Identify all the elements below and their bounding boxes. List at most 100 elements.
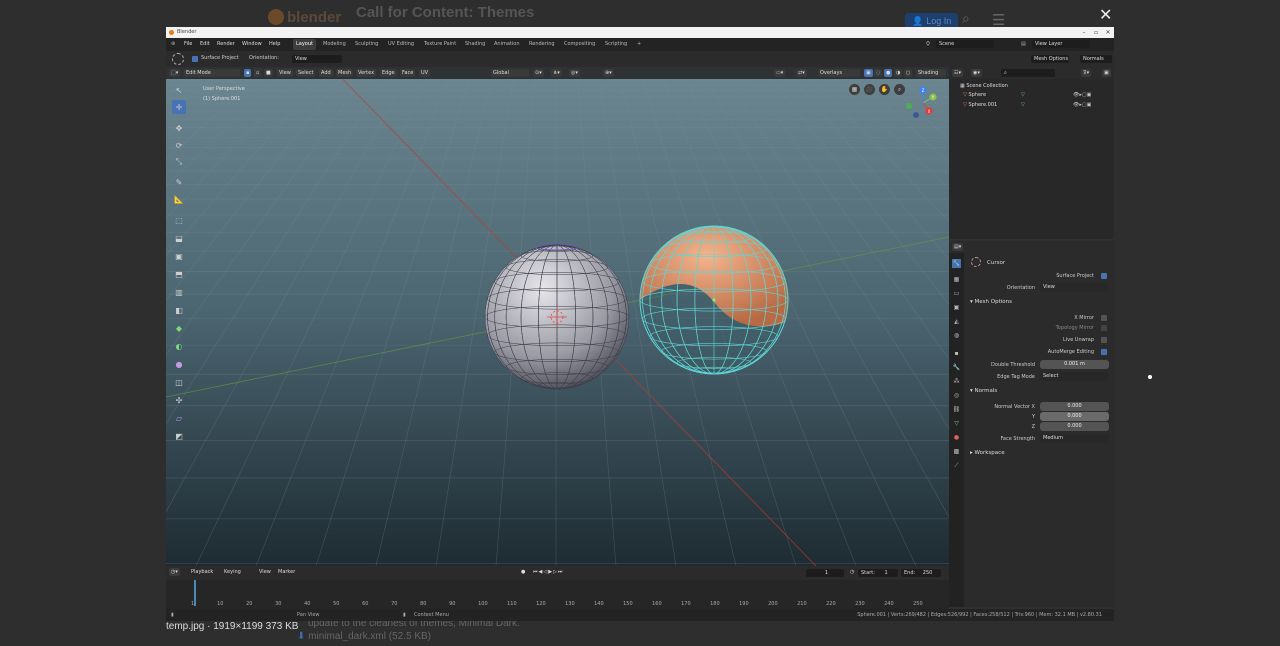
- timeline-menu-marker[interactable]: Marker: [275, 568, 298, 577]
- smooth-tool-icon[interactable]: ●: [172, 357, 186, 371]
- orientation-dropdown[interactable]: View: [292, 55, 342, 63]
- edge-tag-mode-dropdown[interactable]: Select: [1040, 372, 1109, 381]
- annotate-tool-icon[interactable]: ✎: [172, 175, 186, 189]
- measure-tool-icon[interactable]: 📐: [172, 192, 186, 206]
- start-frame-field[interactable]: Start: 1: [858, 569, 898, 577]
- loop-cut-tool-icon[interactable]: ▥: [172, 285, 186, 299]
- outliner-item-sphere-001[interactable]: ▽ Sphere.001 ▽ 👁▸▢▣: [963, 102, 1113, 108]
- tab-sculpting[interactable]: Sculpting: [352, 39, 381, 50]
- mesh-data-tab-icon[interactable]: ▽: [952, 419, 961, 428]
- tab-compositing[interactable]: Compositing: [561, 39, 598, 50]
- zoom-camera-icon[interactable]: ▦: [849, 84, 860, 95]
- overlays-dropdown[interactable]: Overlays: [818, 69, 860, 77]
- menu-help[interactable]: Help: [266, 40, 283, 49]
- new-collection-icon[interactable]: ▣: [1102, 69, 1111, 77]
- navigation-gizmo[interactable]: Y Z X: [904, 84, 942, 122]
- transform-orientation-dropdown[interactable]: Global: [491, 69, 529, 77]
- tool-tab-icon[interactable]: 🔧: [952, 259, 961, 268]
- surface-project-checkbox[interactable]: [192, 56, 198, 62]
- attachment-link[interactable]: ⬇ minimal_dark.xml (52.5 KB): [297, 631, 431, 642]
- tab-layout[interactable]: Layout: [293, 39, 316, 50]
- solid-shading-icon[interactable]: ●: [884, 69, 893, 77]
- display-mode-icon[interactable]: ◉▾: [971, 69, 982, 77]
- normal-y-field[interactable]: 0.000: [1040, 412, 1109, 421]
- view-object-types-icon[interactable]: ▭▾: [774, 69, 786, 77]
- mesh-options-section[interactable]: ▾ Mesh Options: [970, 299, 1012, 305]
- camera-view-icon[interactable]: 🎥: [864, 84, 875, 95]
- timeline-editor-type-icon[interactable]: ◷▾: [169, 568, 180, 576]
- wireframe-shading-icon[interactable]: ◌: [874, 69, 883, 77]
- timeline-area[interactable]: 1 10 20 30 40 50 60 70 80 90 100 110 120 130 140 150 160…: [166, 580, 949, 609]
- normals-section[interactable]: ▾ Normals: [970, 388, 997, 394]
- tab-texture-paint[interactable]: Texture Paint: [421, 39, 459, 50]
- poly-build-tool-icon[interactable]: ◆: [172, 321, 186, 335]
- scene-collection-row[interactable]: ▦ Scene Collection: [960, 83, 1008, 89]
- outliner-item-sphere[interactable]: ▽ Sphere ▽ 👁▸▢▣: [963, 92, 1113, 98]
- editor-type-icon[interactable]: ⬚▾: [169, 69, 181, 77]
- tab-shading[interactable]: Shading: [462, 39, 488, 50]
- bevel-tool-icon[interactable]: ⬒: [172, 267, 186, 281]
- constraints-tab-icon[interactable]: ⛓: [952, 405, 961, 414]
- shear-tool-icon[interactable]: ▱: [172, 411, 186, 425]
- particles-tab-icon[interactable]: ⁂: [952, 377, 961, 386]
- output-tab-icon[interactable]: ▭: [952, 289, 961, 298]
- tab-scripting[interactable]: Scripting: [602, 39, 630, 50]
- viewport-menu-vertex[interactable]: Vertex: [356, 69, 377, 77]
- preview-range-icon[interactable]: ◷: [847, 568, 857, 577]
- rendered-shading-icon[interactable]: ○: [904, 69, 913, 77]
- spin-tool-icon[interactable]: ◐: [172, 339, 186, 353]
- current-frame-field[interactable]: 1: [806, 569, 844, 577]
- filter-icon[interactable]: ⊽▾: [1081, 69, 1092, 77]
- edge-slide-tool-icon[interactable]: ◫: [172, 375, 186, 389]
- viewport-menu-mesh[interactable]: Mesh: [336, 69, 354, 77]
- timeline-menu-playback[interactable]: Playback: [188, 568, 216, 577]
- normals-dropdown[interactable]: Normals: [1080, 55, 1112, 63]
- blender-menu-icon[interactable]: ⊛: [168, 40, 178, 49]
- viewport-menu-view[interactable]: View: [277, 69, 293, 77]
- timeline-menu-view[interactable]: View: [256, 568, 274, 577]
- cursor-tool-button[interactable]: ✛: [172, 100, 186, 114]
- live-unwrap-checkbox[interactable]: [1101, 337, 1107, 343]
- menu-render[interactable]: Render: [214, 40, 238, 49]
- physics-tab-icon[interactable]: ◎: [952, 391, 961, 400]
- viewport-transform-icon[interactable]: ⊕▾: [603, 69, 614, 77]
- select-tool-icon[interactable]: ↖: [172, 83, 186, 97]
- automerge-checkbox[interactable]: [1101, 349, 1107, 355]
- add-cube-tool-icon[interactable]: ⬚: [172, 213, 186, 227]
- minimize-icon[interactable]: –: [1078, 27, 1090, 38]
- workspace-section[interactable]: ▸ Workspace: [970, 450, 1005, 456]
- maximize-icon[interactable]: ▫: [1090, 27, 1102, 38]
- pivot-point-icon[interactable]: ⊙▾: [533, 69, 544, 77]
- viewport-menu-add[interactable]: Add: [319, 69, 333, 77]
- tab-modeling[interactable]: Modeling: [320, 39, 349, 50]
- move-tool-icon[interactable]: ✥: [172, 121, 186, 135]
- double-threshold-field[interactable]: 0.001 m: [1040, 360, 1109, 369]
- close-icon[interactable]: ✕: [1102, 27, 1114, 38]
- material-shading-icon[interactable]: ◑: [894, 69, 903, 77]
- mesh-options-dropdown[interactable]: Mesh Options: [1031, 55, 1069, 63]
- shrink-fatten-tool-icon[interactable]: ✣: [172, 393, 186, 407]
- face-select-icon[interactable]: ■: [264, 69, 273, 77]
- knife-tool-icon[interactable]: ◧: [172, 303, 186, 317]
- extrude-tool-icon[interactable]: ⬓: [172, 231, 186, 245]
- vertex-select-icon[interactable]: ▪: [244, 69, 252, 77]
- record-icon[interactable]: ●: [518, 568, 528, 577]
- proportional-edit-icon[interactable]: ◎▾: [569, 69, 580, 77]
- properties-editor-type-icon[interactable]: ▤▾: [952, 243, 964, 251]
- mode-dropdown[interactable]: Edit Mode: [184, 69, 240, 77]
- outliner-search-field[interactable]: ⌕: [1001, 69, 1055, 77]
- edge-select-icon[interactable]: ▫: [254, 69, 262, 77]
- render-tab-icon[interactable]: ▦: [952, 275, 961, 284]
- pan-view-icon[interactable]: ✋: [879, 84, 890, 95]
- face-strength-dropdown[interactable]: Medium: [1040, 434, 1109, 443]
- scale-tool-icon[interactable]: ⤡: [172, 155, 186, 169]
- timeline-menu-keying[interactable]: Keying: [221, 568, 244, 577]
- normal-z-field[interactable]: 0.000: [1040, 422, 1109, 431]
- xray-icon[interactable]: ▣: [864, 69, 873, 77]
- add-workspace-icon[interactable]: +: [634, 39, 644, 50]
- tab-uv-editing[interactable]: UV Editing: [385, 39, 417, 50]
- view-layer-tab-icon[interactable]: ▣: [952, 303, 961, 312]
- material-tab-icon[interactable]: ●: [952, 433, 961, 442]
- end-frame-field[interactable]: End: 250: [901, 569, 941, 577]
- visibility-icon[interactable]: 👁▸▢▣: [1073, 102, 1091, 108]
